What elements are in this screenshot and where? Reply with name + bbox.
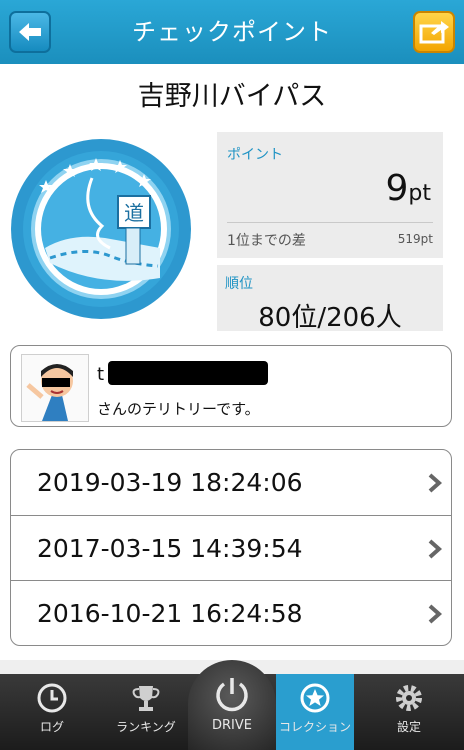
avatar — [21, 354, 89, 422]
chevron-right-icon — [428, 604, 443, 624]
checkpoint-badge-icon: 道 — [11, 139, 191, 319]
territory-owner-card[interactable]: t さんのテリトリーです。 — [10, 345, 452, 427]
gear-icon — [396, 685, 422, 711]
history-datetime: 2019-03-19 18:24:06 — [37, 468, 303, 497]
tab-label: コレクション — [278, 720, 351, 734]
badge-sign-text: 道 — [124, 201, 144, 225]
share-icon — [419, 21, 449, 44]
tab-label: ランキング — [116, 720, 176, 734]
diff-value: 519pt — [397, 232, 433, 246]
app-header: チェックポイント — [0, 0, 464, 64]
share-button[interactable] — [413, 11, 455, 53]
route-name: 吉野川バイパス — [137, 81, 327, 112]
points-value: 9pt — [385, 168, 432, 209]
divider — [227, 222, 433, 223]
diff-label: 1位までの差 — [227, 233, 306, 249]
power-icon — [216, 678, 248, 712]
tab-label: 設定 — [396, 720, 421, 734]
tab-label: DRIVE — [212, 718, 252, 733]
tab-ranking[interactable]: ランキング — [104, 674, 188, 750]
tab-log[interactable]: ログ — [0, 674, 104, 750]
tab-drive[interactable]: DRIVE — [188, 660, 276, 750]
redaction-bar — [108, 361, 268, 385]
chevron-right-icon — [428, 473, 443, 493]
clock-icon — [37, 683, 67, 713]
points-panel: ポイント 9pt 1位までの差 519pt — [217, 132, 443, 258]
history-row[interactable]: 2017-03-15 14:39:54 — [11, 515, 451, 581]
tab-label: ログ — [39, 720, 64, 734]
history-row[interactable]: 2016-10-21 16:24:58 — [11, 580, 451, 645]
owner-name: t — [97, 364, 105, 385]
character-avatar-icon — [26, 364, 73, 421]
rank-value: 80位/206人 — [258, 303, 402, 333]
checkin-history-list: 2019-03-19 18:24:06 2017-03-15 14:39:54 … — [10, 449, 452, 646]
territory-message: さんのテリトリーです。 — [97, 400, 260, 418]
history-datetime: 2016-10-21 16:24:58 — [37, 599, 303, 628]
rank-panel: 順位 80位/206人 — [217, 265, 443, 333]
tab-settings[interactable]: 設定 — [354, 674, 464, 750]
tab-collection[interactable]: コレクション — [276, 674, 354, 750]
points-unit: pt — [408, 181, 431, 206]
points-label: ポイント — [227, 147, 283, 163]
history-datetime: 2017-03-15 14:39:54 — [37, 534, 303, 563]
page-title: チェックポイント — [132, 18, 332, 46]
chevron-right-icon — [428, 539, 443, 559]
star-icon — [300, 683, 330, 713]
rank-label: 順位 — [225, 276, 253, 292]
trophy-icon — [132, 686, 160, 711]
history-row[interactable]: 2019-03-19 18:24:06 — [11, 450, 451, 515]
